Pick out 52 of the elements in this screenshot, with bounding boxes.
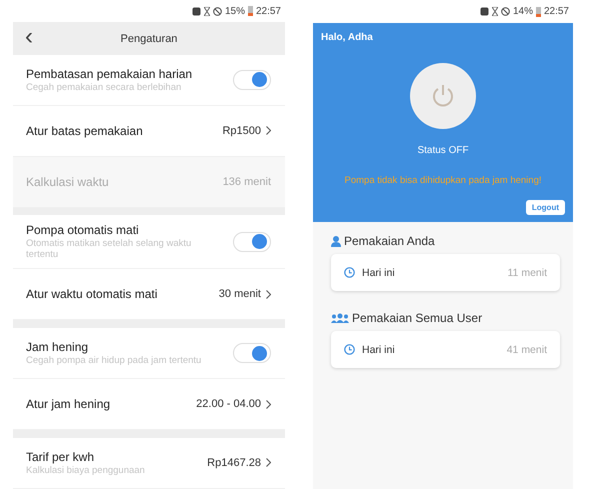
usage-period: Hari ini (362, 266, 395, 278)
hourglass-icon (492, 7, 498, 16)
user-icon (331, 236, 341, 246)
setting-description: Kalkulasi biaya penggunaan (26, 464, 145, 476)
toggle-switch[interactable] (233, 343, 271, 364)
battery-icon (536, 6, 541, 16)
usage-value: 11 menit (508, 266, 547, 278)
greeting: Halo, Adha (321, 32, 373, 43)
chevron-right-icon (266, 126, 271, 136)
battery-icon (248, 6, 253, 16)
clock-icon (344, 267, 355, 278)
toggle-switch[interactable] (233, 232, 271, 252)
setting-label: Atur waktu otomatis mati (26, 287, 158, 302)
power-icon (430, 83, 456, 109)
setting-label: Atur jam hening (26, 397, 110, 412)
setting-label: Tarif per kwh (26, 450, 96, 464)
pump-status: Status OFF (417, 145, 469, 156)
setting-value: 30 menit (218, 288, 261, 300)
users-icon (331, 313, 349, 323)
setting-label: Pembatasan pemakaian harian (26, 66, 192, 81)
back-button[interactable]: ‹ (25, 24, 33, 50)
setting-label: Atur batas pemakaian (26, 124, 143, 138)
settings-row[interactable]: Atur batas pemakaian Rp1500 (13, 106, 285, 157)
setting-description: Cegah pemakaian secara berlebihan (26, 82, 182, 93)
clock-time: 22:57 (544, 6, 569, 17)
setting-description: Otomatis matikan setelah selang waktu tertentu (26, 238, 192, 260)
chevron-right-icon (266, 458, 271, 468)
setting-label: Jam hening (26, 340, 90, 354)
battery-percent: 15% (224, 6, 245, 17)
setting-value: Rp1500 (222, 124, 261, 137)
usage-value: 41 menit (506, 344, 547, 356)
usage-period: Hari ini (362, 344, 395, 356)
battery-percent: 14% (512, 6, 533, 17)
clock-icon (344, 344, 355, 355)
chevron-right-icon (266, 290, 271, 299)
setting-value: 22.00 - 04.00 (196, 398, 261, 410)
do-not-disturb-icon (500, 7, 510, 16)
warning-message: Pompa tidak bisa dihidupkan pada jam hening! (344, 175, 542, 186)
clock-time: 22:57 (256, 6, 281, 17)
setting-value: Rp1467.28 (207, 456, 261, 469)
chevron-right-icon (266, 400, 271, 409)
setting-label: Kalkulasi waktu (26, 174, 109, 189)
hourglass-icon (204, 6, 210, 16)
section-heading: Pemakaian Anda (344, 234, 435, 248)
toggle-switch[interactable] (233, 70, 271, 90)
setting-description: Cegah pompa air hidup pada jam tertentu (26, 355, 202, 366)
do-not-disturb-icon (212, 6, 222, 16)
section-heading: Pemakaian Semua User (352, 311, 482, 325)
setting-value: 136 menit (222, 176, 271, 188)
setting-label: Pompa otomatis mati (26, 223, 140, 238)
settings-row[interactable]: Pembatasan pemakaian harian Cegah pemakaian secara berlebihan (13, 54, 285, 106)
screen-title: Pengaturan (120, 32, 178, 44)
